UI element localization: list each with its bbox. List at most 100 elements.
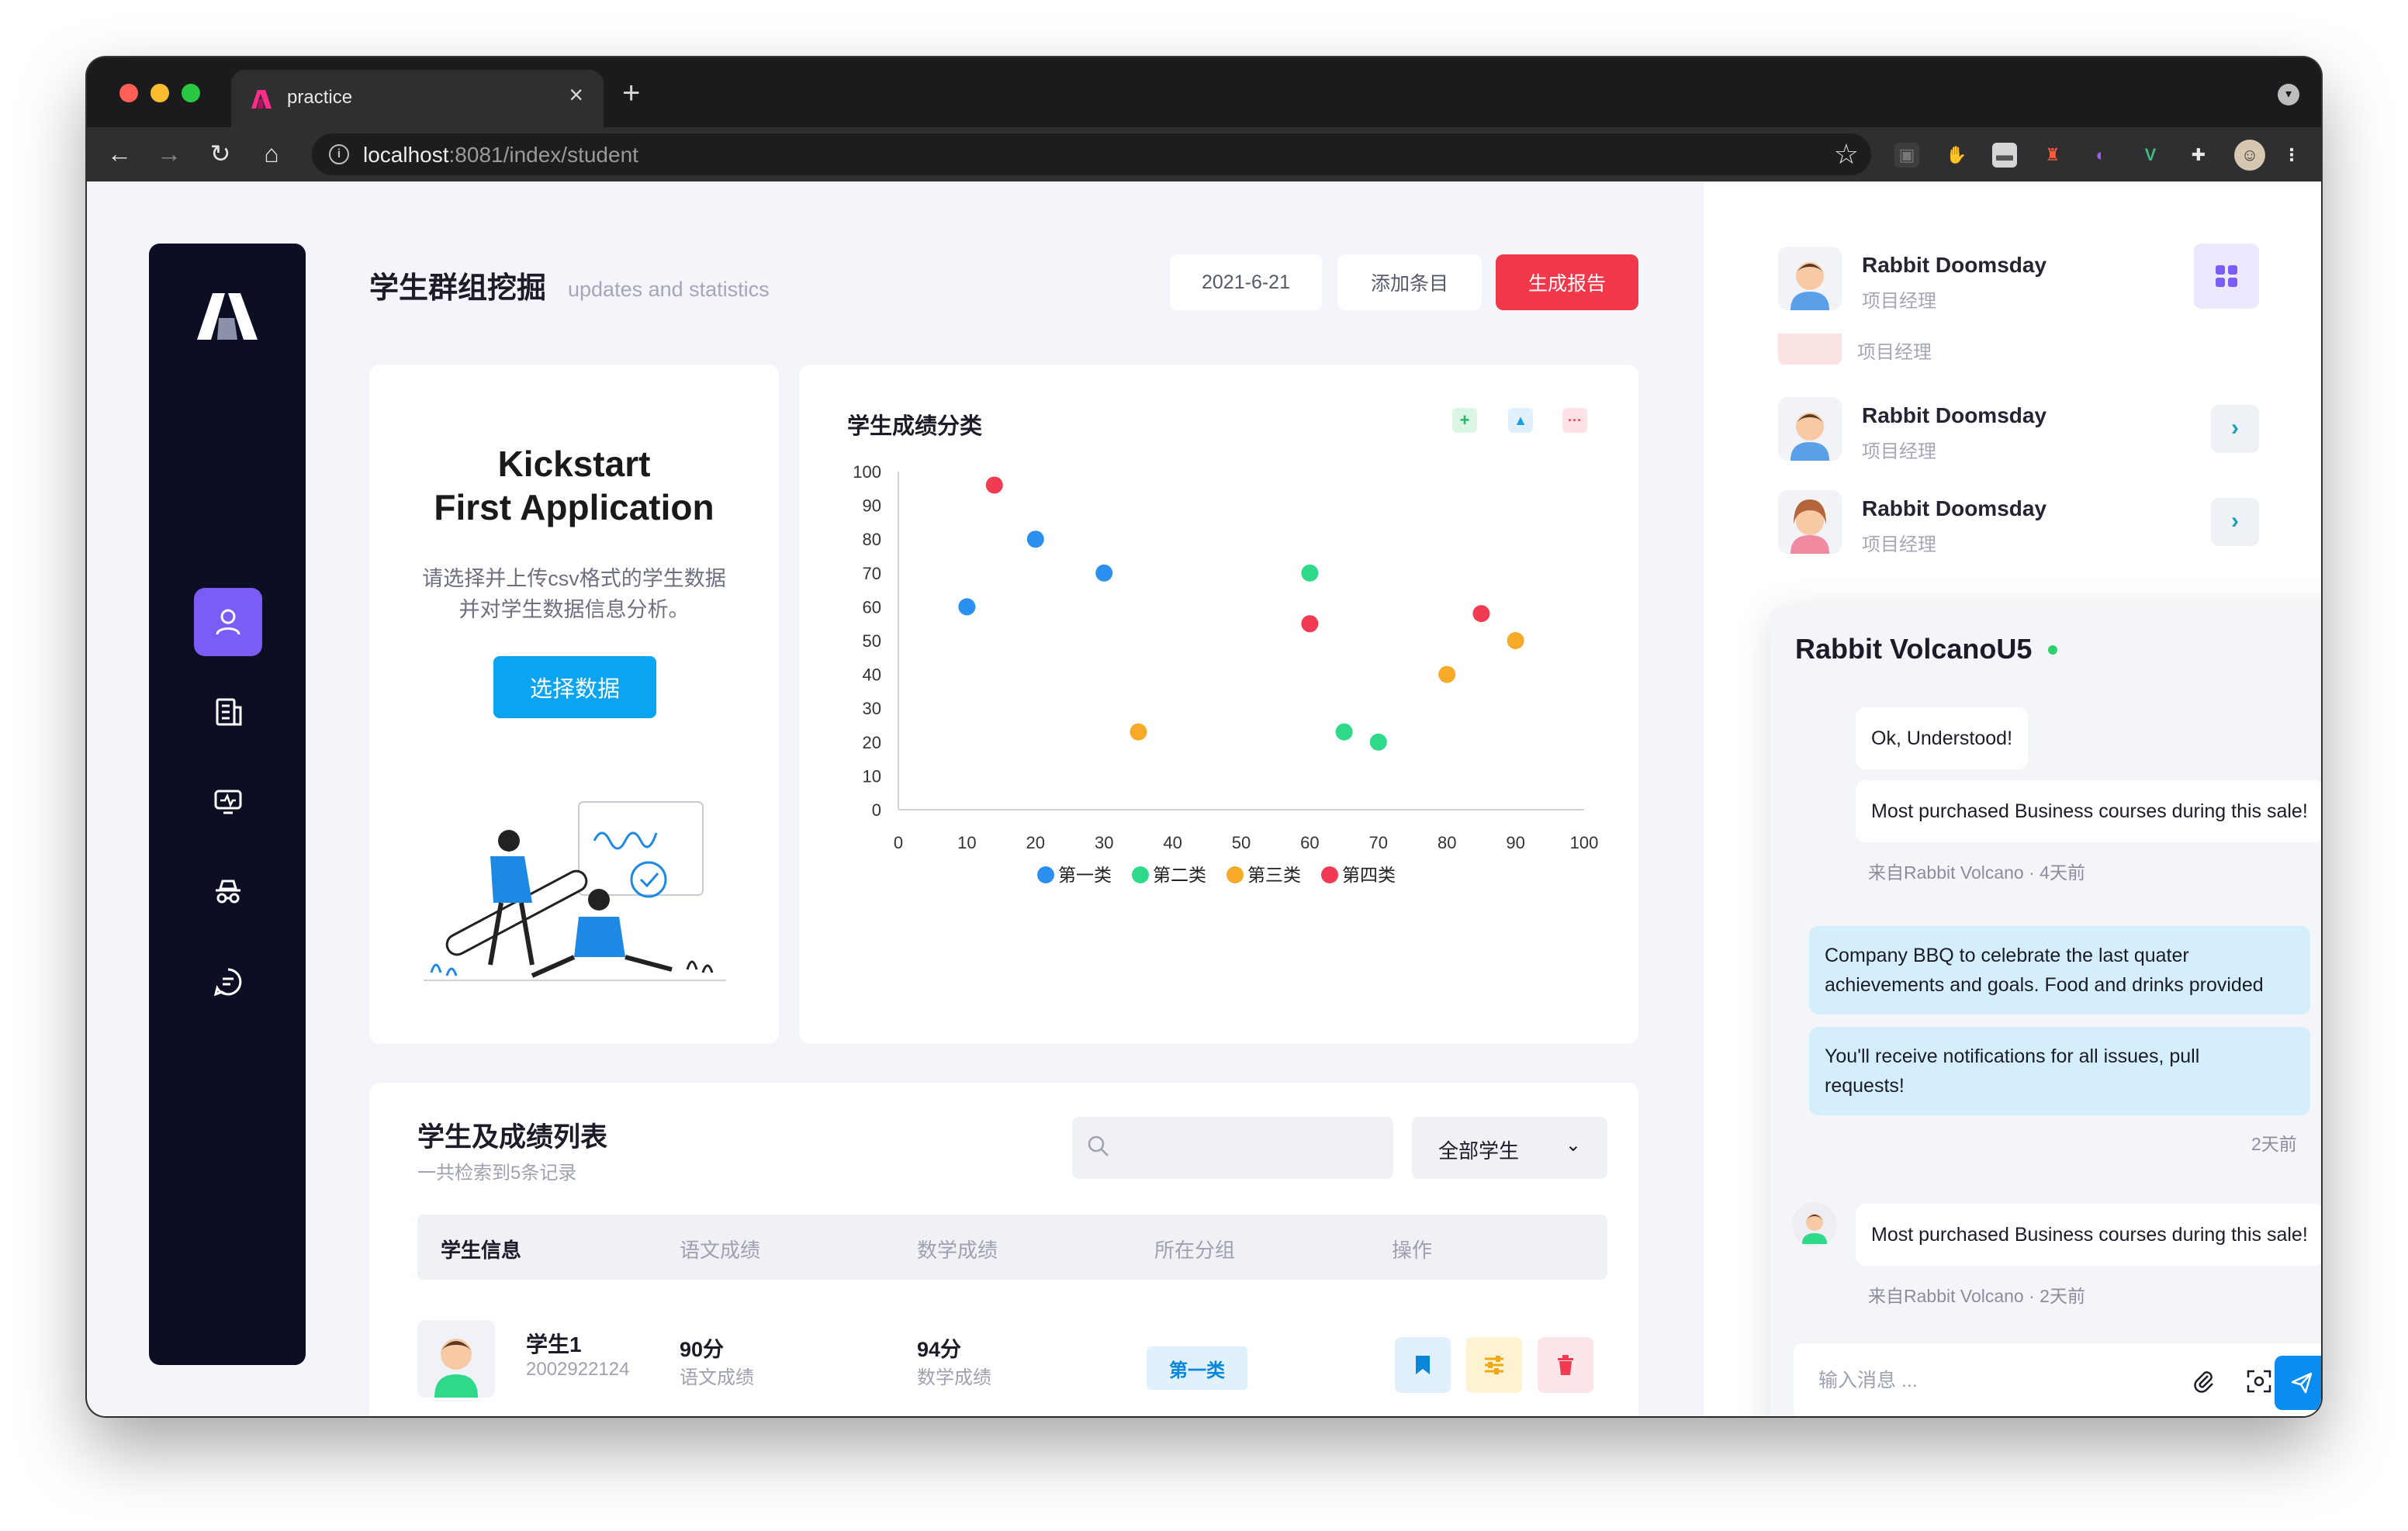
home-icon[interactable]: ⌂: [256, 138, 287, 169]
group-badge: 第一类: [1147, 1346, 1247, 1390]
browser-tab[interactable]: practice ×: [231, 70, 604, 127]
y-tick-label: 20: [863, 733, 881, 752]
app-logo-icon: [251, 90, 272, 109]
hand-extension-icon[interactable]: ✋: [1944, 143, 1969, 168]
sidebar-item-buildings[interactable]: [194, 678, 262, 746]
chevron-right-icon[interactable]: ›: [2211, 498, 2259, 546]
data-point: [1301, 564, 1319, 582]
edit-settings-button[interactable]: [1466, 1337, 1522, 1393]
date-picker-button[interactable]: 2021-6-21: [1170, 254, 1322, 310]
reload-icon[interactable]: ↻: [205, 138, 236, 169]
delete-button[interactable]: [1538, 1337, 1593, 1393]
new-tab-button[interactable]: +: [622, 78, 640, 109]
avatar: [1792, 1202, 1837, 1247]
chinese-score: 90分: [680, 1338, 725, 1361]
sidebar-item-users[interactable]: [194, 588, 262, 656]
y-tick-label: 60: [863, 597, 881, 617]
legend-marker: [1321, 866, 1338, 883]
kickstart-description: 请选择并上传csv格式的学生数据 并对学生数据信息分析。: [422, 567, 726, 621]
y-tick-label: 90: [863, 496, 881, 516]
sidebar-item-monitor[interactable]: [194, 768, 262, 836]
search-input[interactable]: [1072, 1117, 1393, 1179]
data-point: [1507, 632, 1524, 649]
contact-item[interactable]: 项目经理: [1778, 334, 2259, 365]
sliders-icon: [1485, 1356, 1503, 1374]
message-bubble: Most purchased Business courses during t…: [1856, 1204, 2321, 1266]
message-bubble: Ok, Understood!: [1856, 707, 2029, 769]
send-button[interactable]: [2275, 1356, 2321, 1410]
legend-marker: [1037, 866, 1054, 883]
chevron-right-icon[interactable]: ›: [2211, 405, 2259, 453]
image-icon[interactable]: ▲: [1508, 408, 1533, 433]
robot-extension-icon[interactable]: ♜: [2040, 143, 2065, 168]
extensions-puzzle-icon[interactable]: ✚: [2186, 143, 2211, 168]
forward-icon[interactable]: →: [154, 138, 185, 169]
more-icon[interactable]: ···: [1562, 408, 1587, 433]
sidebar: [149, 244, 306, 1365]
tab-search-icon[interactable]: ▾: [2278, 84, 2299, 105]
avatar: [1778, 397, 1842, 461]
table-title: 学生及成绩列表: [417, 1122, 608, 1153]
incognito-icon: [216, 880, 240, 904]
contact-item[interactable]: Rabbit Doomsday 项目经理: [1778, 244, 2259, 324]
close-window-button[interactable]: [119, 84, 138, 102]
maximize-window-button[interactable]: [182, 84, 200, 102]
bookmark-star-icon[interactable]: ☆: [1834, 138, 1859, 171]
message-input[interactable]: [1818, 1365, 2191, 1396]
y-tick-label: 30: [863, 699, 881, 718]
student-filter-select[interactable]: 全部学生 ⌄: [1412, 1117, 1607, 1179]
vue-devtools-icon[interactable]: V: [2138, 143, 2163, 168]
minimize-window-button[interactable]: [150, 84, 169, 102]
header-math-score: 数学成绩: [917, 1239, 998, 1262]
avatar: [417, 1320, 495, 1398]
message-meta: 2天前: [2251, 1134, 2297, 1154]
y-tick-label: 50: [863, 631, 881, 651]
x-tick-label: 0: [894, 833, 903, 852]
tab-close-icon[interactable]: ×: [569, 82, 583, 107]
message-bubble: Most purchased Business courses during t…: [1856, 780, 2321, 842]
x-tick-label: 40: [1163, 833, 1182, 852]
y-tick-label: 10: [863, 766, 881, 786]
data-point: [1472, 605, 1490, 623]
header-student-info: 学生信息: [441, 1239, 522, 1262]
search-icon: [1088, 1135, 1109, 1156]
profile-avatar[interactable]: ☺: [2234, 140, 2265, 171]
data-point: [1301, 615, 1319, 633]
apps-grid-button[interactable]: [2194, 244, 2259, 309]
browser-menu-icon[interactable]: ⋮: [2279, 143, 2304, 168]
table-header: 学生信息 语文成绩 数学成绩 所在分组 操作: [417, 1215, 1607, 1280]
add-item-button[interactable]: 添加条目: [1337, 254, 1482, 310]
generate-report-button[interactable]: 生成报告: [1496, 254, 1638, 310]
chat-icon: [213, 968, 242, 997]
legend-label: 第三类: [1247, 866, 1301, 886]
building-icon: [216, 698, 242, 726]
avatar: [1778, 334, 1842, 365]
message-bubble: Company BBQ to celebrate the last quater…: [1809, 926, 2310, 1014]
browser-window: practice × + ▾ ← → ↻ ⌂ i localhost:8081/…: [87, 57, 2321, 1416]
add-chart-icon[interactable]: +: [1452, 408, 1477, 433]
sidebar-item-incognito[interactable]: [194, 858, 262, 926]
filter-value: 全部学生: [1438, 1139, 1520, 1163]
page-content: 学生群组挖掘 updates and statistics 2021-6-21 …: [87, 181, 2321, 1416]
url-text: localhost:8081/index/student: [363, 143, 638, 167]
back-icon[interactable]: ←: [104, 138, 135, 169]
chart-title: 学生成绩分类: [847, 414, 983, 439]
x-tick-label: 30: [1095, 833, 1113, 852]
bookmark-button[interactable]: [1395, 1337, 1451, 1393]
sidebar-item-messages[interactable]: [194, 948, 262, 1016]
scan-face-icon[interactable]: [2247, 1370, 2271, 1393]
x-tick-label: 20: [1026, 833, 1045, 852]
chinese-score-label: 语文成绩: [680, 1367, 754, 1388]
card-extension-icon[interactable]: ▬: [1992, 143, 2017, 168]
contact-item[interactable]: Rabbit Doomsday 项目经理 ›: [1778, 397, 2259, 475]
x-tick-label: 70: [1369, 833, 1388, 852]
extension-icon[interactable]: ▣: [1894, 143, 1919, 168]
address-bar[interactable]: i localhost:8081/index/student ☆: [312, 133, 1871, 175]
chat-window: Rabbit VolcanoU5 ✕ Ok, Understood! Most …: [1770, 605, 2321, 1416]
site-info-icon[interactable]: i: [329, 144, 349, 164]
circle-extension-icon[interactable]: ◐: [2088, 143, 2113, 168]
contact-item[interactable]: Rabbit Doomsday 项目经理 ›: [1778, 490, 2259, 568]
attachment-icon[interactable]: [2192, 1370, 2216, 1393]
select-data-button[interactable]: 选择数据: [493, 656, 656, 718]
chevron-down-icon: ⌄: [1565, 1135, 1581, 1156]
